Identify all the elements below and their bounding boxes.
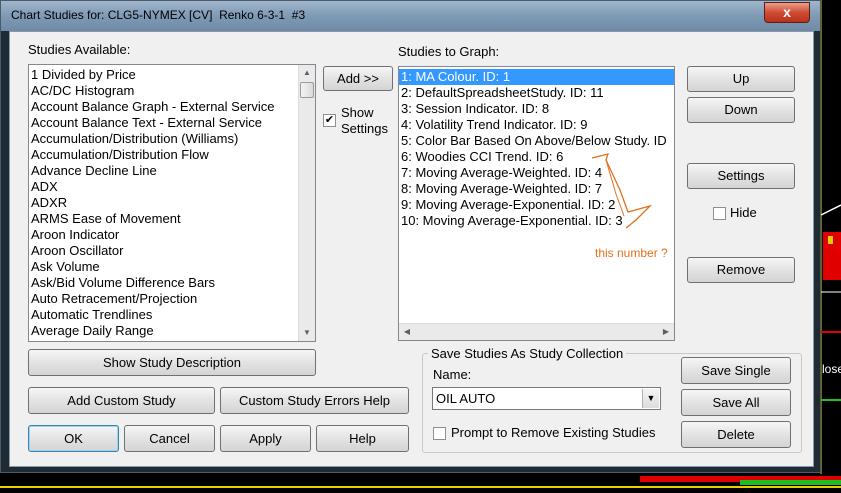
- scroll-thumb[interactable]: [300, 82, 314, 98]
- delete-button[interactable]: Delete: [681, 421, 791, 448]
- list-item[interactable]: Advance Decline Line: [29, 163, 315, 179]
- list-item[interactable]: Automatic Trendlines: [29, 307, 315, 323]
- hide-checkbox[interactable]: [713, 207, 726, 220]
- chart-studies-dialog: Chart Studies for: CLG5-NYMEX [CV] Renko…: [0, 0, 821, 473]
- list-item[interactable]: Aroon Oscillator: [29, 243, 315, 259]
- list-item[interactable]: Account Balance Graph - External Service: [29, 99, 315, 115]
- scroll-down-icon[interactable]: ▼: [299, 325, 315, 341]
- dialog-title: Chart Studies for: CLG5-NYMEX [CV] Renko…: [11, 8, 306, 22]
- show-settings-label-1: Show: [341, 105, 374, 120]
- prompt-remove-checkbox[interactable]: [433, 427, 446, 440]
- add-custom-study-button[interactable]: Add Custom Study: [28, 387, 215, 414]
- chevron-down-icon[interactable]: ▼: [642, 389, 659, 408]
- up-button[interactable]: Up: [687, 66, 795, 92]
- hide-label: Hide: [730, 205, 757, 220]
- list-item[interactable]: 2: DefaultSpreadsheetStudy. ID: 11: [399, 85, 674, 101]
- studies-to-graph-hscrollbar[interactable]: ◀ ▶: [399, 323, 674, 340]
- studies-to-graph-label: Studies to Graph:: [398, 44, 500, 59]
- save-all-button[interactable]: Save All: [681, 389, 791, 416]
- scroll-right-icon[interactable]: ▶: [658, 324, 674, 340]
- cancel-button[interactable]: Cancel: [124, 425, 215, 452]
- list-item[interactable]: ADXR: [29, 195, 315, 211]
- prompt-remove-label: Prompt to Remove Existing Studies: [451, 425, 656, 440]
- custom-study-errors-help-button[interactable]: Custom Study Errors Help: [220, 387, 409, 414]
- dialog-client-area: Studies Available: 1 Divided by Price AC/…: [9, 31, 814, 467]
- collection-name-combo[interactable]: OIL AUTO ▼: [432, 387, 661, 410]
- list-item[interactable]: Average True Range: [29, 339, 315, 341]
- help-button[interactable]: Help: [316, 425, 409, 452]
- list-item[interactable]: ADX: [29, 179, 315, 195]
- studies-available-scrollbar[interactable]: ▲ ▼: [298, 65, 315, 341]
- show-study-description-button[interactable]: Show Study Description: [28, 349, 316, 376]
- annotation-mark: [591, 153, 653, 229]
- list-item[interactable]: AC/DC Histogram: [29, 83, 315, 99]
- list-item[interactable]: Accumulation/Distribution (Williams): [29, 131, 315, 147]
- list-item[interactable]: Auto Retracement/Projection: [29, 291, 315, 307]
- save-single-button[interactable]: Save Single: [681, 357, 791, 384]
- list-item[interactable]: 4: Volatility Trend Indicator. ID: 9: [399, 117, 674, 133]
- list-item[interactable]: Ask/Bid Volume Difference Bars: [29, 275, 315, 291]
- show-settings-label-2: Settings: [341, 121, 388, 136]
- annotation-text: this number ?: [595, 246, 668, 260]
- collection-name-value: OIL AUTO: [436, 391, 496, 406]
- list-item[interactable]: ARMS Ease of Movement: [29, 211, 315, 227]
- studies-available-list[interactable]: 1 Divided by Price AC/DC Histogram Account…: [28, 64, 316, 342]
- collection-name-label: Name:: [433, 367, 472, 382]
- down-button[interactable]: Down: [687, 97, 795, 123]
- close-button[interactable]: x: [764, 2, 810, 23]
- list-item[interactable]: 1: MA Colour. ID: 1: [399, 69, 674, 85]
- list-item[interactable]: 3: Session Indicator. ID: 8: [399, 101, 674, 117]
- scroll-up-icon[interactable]: ▲: [299, 65, 315, 81]
- list-item[interactable]: Aroon Indicator: [29, 227, 315, 243]
- show-settings-checkbox[interactable]: ✔: [323, 114, 336, 127]
- settings-button[interactable]: Settings: [687, 163, 795, 189]
- ok-button[interactable]: OK: [28, 425, 119, 452]
- list-item[interactable]: Accumulation/Distribution Flow: [29, 147, 315, 163]
- scroll-left-icon[interactable]: ◀: [399, 324, 415, 340]
- background-peek-text: lose): [822, 362, 841, 376]
- apply-button[interactable]: Apply: [220, 425, 311, 452]
- studies-available-label: Studies Available:: [28, 42, 131, 57]
- list-item[interactable]: 5: Color Bar Based On Above/Below Study.…: [399, 133, 674, 149]
- title-bar[interactable]: Chart Studies for: CLG5-NYMEX [CV] Renko…: [1, 1, 820, 31]
- list-item[interactable]: Ask Volume: [29, 259, 315, 275]
- remove-button[interactable]: Remove: [687, 257, 795, 283]
- add-study-button[interactable]: Add >>: [323, 66, 393, 91]
- save-collection-group-label: Save Studies As Study Collection: [428, 346, 627, 361]
- list-item[interactable]: 1 Divided by Price: [29, 67, 315, 83]
- list-item[interactable]: Account Balance Text - External Service: [29, 115, 315, 131]
- list-item[interactable]: Average Daily Range: [29, 323, 315, 339]
